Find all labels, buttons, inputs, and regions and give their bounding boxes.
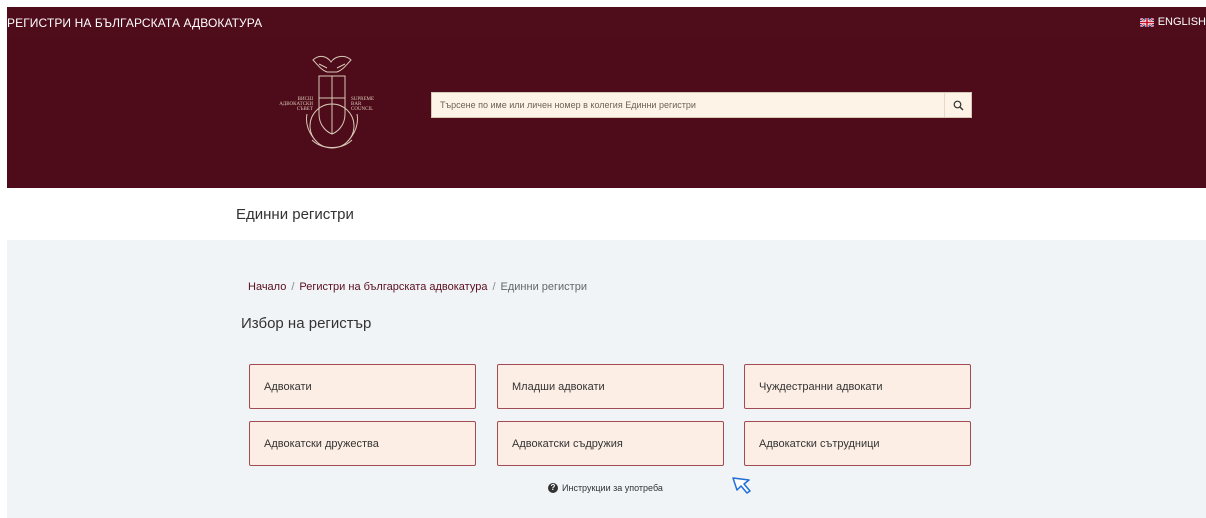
- breadcrumb-home[interactable]: Начало: [248, 281, 286, 293]
- breadcrumb-registers[interactable]: Регистри на българската адвокатура: [299, 281, 487, 293]
- register-button-foreign-advocates[interactable]: Чуждестранни адвокати: [744, 364, 971, 409]
- page-title: Единни регистри: [236, 206, 354, 223]
- breadcrumb: Начало / Регистри на българската адвокатур…: [248, 281, 587, 293]
- language-switch[interactable]: ENGLISH: [1139, 16, 1206, 28]
- header-strip: РЕГИСТРИ НА БЪЛГАРСКАТА АДВОКАТУРА ENGLI…: [7, 7, 1206, 37]
- language-label: ENGLISH: [1157, 16, 1206, 28]
- logo-text-right-3: COUNCIL: [351, 107, 373, 112]
- register-button-junior-advocates[interactable]: Младши адвокати: [497, 364, 724, 409]
- site-title[interactable]: РЕГИСТРИ НА БЪЛГАРСКАТА АДВОКАТУРА: [7, 16, 262, 30]
- breadcrumb-separator: /: [492, 281, 496, 293]
- register-button-associates[interactable]: Адвокатски сътрудници: [744, 421, 971, 466]
- search-icon: [953, 100, 963, 110]
- logo-text-left-3: СЪВЕТ: [297, 107, 313, 112]
- search-button[interactable]: [944, 93, 971, 117]
- section-title: Избор на регистър: [241, 315, 372, 332]
- help-link[interactable]: ? Инструкции за употреба: [548, 483, 663, 493]
- uk-flag-icon: [1139, 17, 1154, 27]
- register-button-partnerships[interactable]: Адвокатски съдружия: [497, 421, 724, 466]
- register-button-law-firms[interactable]: Адвокатски дружества: [249, 421, 476, 466]
- question-circle-icon: ?: [548, 483, 558, 493]
- bar-council-logo-icon[interactable]: ВИСШ АДВОКАТСКИ СЪВЕТ SUPREME BAR COUNCI…: [257, 54, 407, 164]
- breadcrumb-current: Единни регистри: [500, 281, 587, 293]
- search-input[interactable]: [432, 93, 944, 117]
- breadcrumb-separator: /: [291, 281, 295, 293]
- help-link-label: Инструкции за употреба: [562, 483, 663, 493]
- mouse-cursor-icon: [732, 477, 751, 494]
- search-box: [431, 92, 972, 118]
- register-button-advocates[interactable]: Адвокати: [249, 364, 476, 409]
